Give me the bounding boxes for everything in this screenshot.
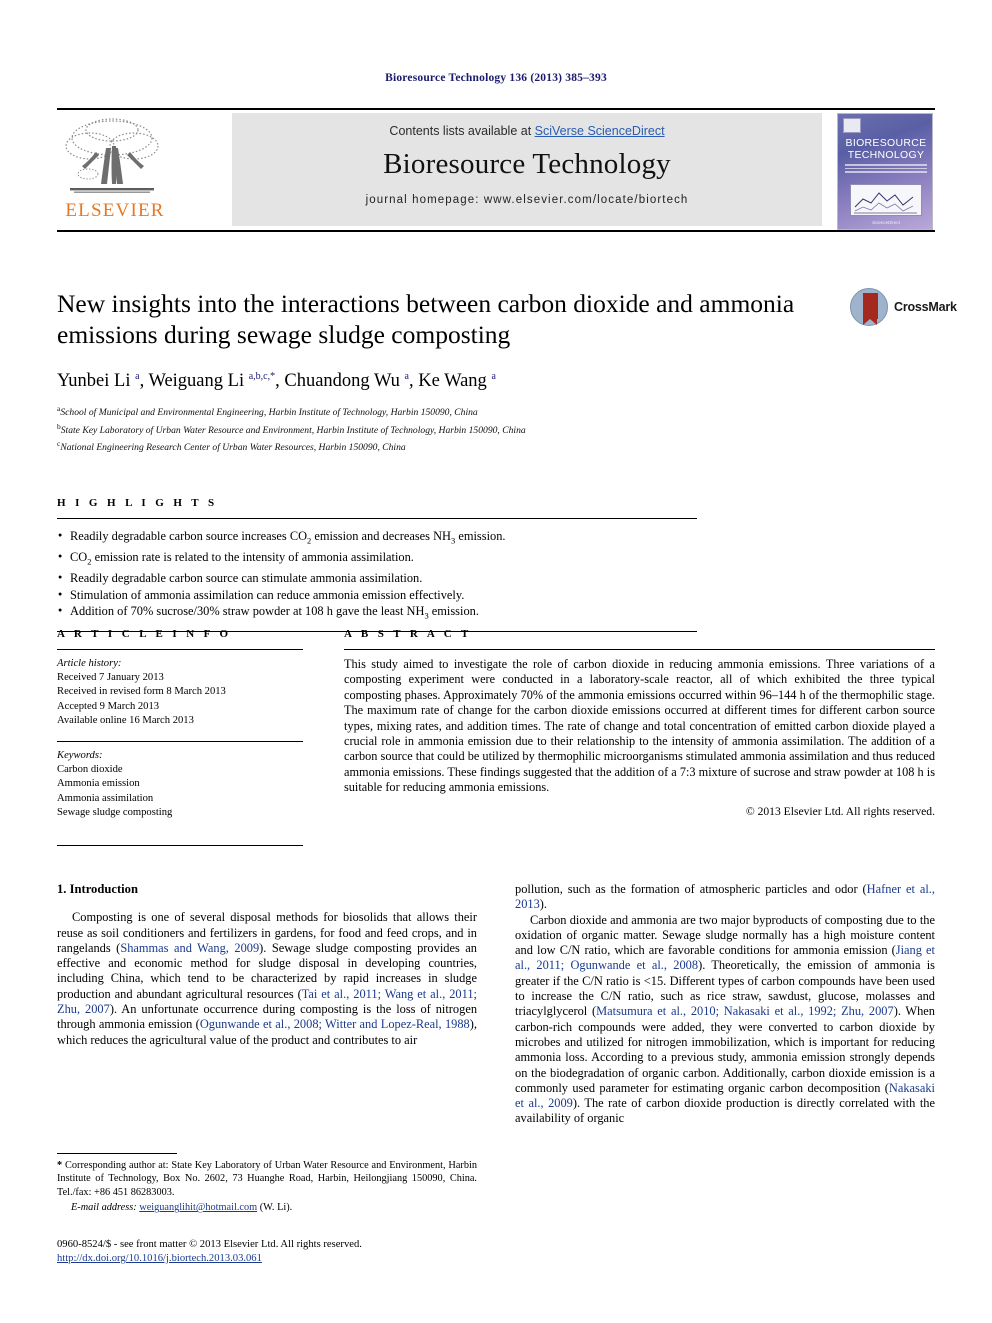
abstract-text: This study aimed to investigate the role…: [344, 657, 935, 795]
page-footer: 0960-8524/$ - see front matter © 2013 El…: [57, 1238, 557, 1266]
abstract-heading: A B S T R A C T: [344, 628, 472, 640]
abstract-column: This study aimed to investigate the role…: [344, 649, 935, 818]
issn-line: 0960-8524/$ - see front matter © 2013 El…: [57, 1239, 362, 1250]
article-history-item: Available online 16 March 2013: [57, 714, 194, 726]
contents-line: Contents lists available at SciVerse Sci…: [232, 113, 822, 138]
elsevier-logo: ELSEVIER: [60, 116, 170, 226]
article-history-item: Received in revised form 8 March 2013: [57, 686, 226, 698]
article-history-item: Accepted 9 March 2013: [57, 700, 160, 712]
email-label: E-mail address:: [71, 1202, 137, 1214]
cover-footer: ScienceDirect: [872, 220, 900, 225]
article-history-item: Received 7 January 2013: [57, 672, 164, 684]
paper-page: Bioresource Technology 136 (2013) 385–39…: [0, 0, 992, 1323]
highlights-heading: H I G H L I G H T S: [57, 497, 218, 509]
crossmark-badge[interactable]: CrossMark: [850, 288, 957, 328]
affiliation-text: School of Municipal and Environmental En…: [60, 407, 478, 419]
affiliation-item: aSchool of Municipal and Environmental E…: [57, 402, 847, 419]
affiliation-item: cNational Engineering Research Center of…: [57, 437, 847, 454]
affiliation-text: State Key Laboratory of Urban Water Reso…: [60, 424, 526, 436]
cover-title-line1: BIORESOURCE: [845, 137, 927, 149]
title-block: New insights into the interactions betwe…: [57, 288, 847, 454]
page-title: New insights into the interactions betwe…: [57, 289, 795, 349]
cover-title-line2: TECHNOLOGY: [847, 148, 925, 161]
body-paragraph: Composting is one of several disposal me…: [57, 910, 478, 1047]
doi-link[interactable]: http://dx.doi.org/10.1016/j.biortech.201…: [57, 1253, 262, 1264]
elsevier-tree-icon: [65, 118, 159, 193]
section-heading-introduction: 1. Introduction: [57, 882, 138, 896]
running-head: Bioresource Technology 136 (2013) 385–39…: [385, 72, 607, 84]
highlights-box: Readily degradable carbon source increas…: [57, 518, 697, 633]
contents-prefix: Contents lists available at: [389, 124, 535, 138]
affiliation-text: National Engineering Research Center of …: [60, 442, 406, 454]
cover-title: BIORESOURCE TECHNOLOGY: [838, 137, 932, 161]
article-history-label: Article history:: [57, 658, 122, 669]
elsevier-wordmark: ELSEVIER: [65, 200, 165, 221]
sciencedirect-link[interactable]: SciVerse ScienceDirect: [535, 124, 665, 138]
highlight-item: Stimulation of ammonia assimilation can …: [57, 586, 697, 604]
cover-subtext-lines: [845, 164, 927, 180]
sciencedirect-band: Contents lists available at SciVerse Sci…: [232, 113, 822, 226]
affiliation-list: aSchool of Municipal and Environmental E…: [57, 402, 847, 454]
email-link[interactable]: weiguanglihit@hotmail.com: [139, 1202, 257, 1213]
journal-cover-thumbnail: BIORESOURCE TECHNOLOGY ScienceDirect: [837, 113, 933, 230]
corresponding-author-footnote: * Corresponding author at: State Key Lab…: [57, 1153, 477, 1215]
journal-masthead: ELSEVIER Contents lists available at Sci…: [57, 108, 935, 232]
highlight-item: Addition of 70% sucrose/30% straw powder…: [57, 602, 697, 624]
highlight-item: Readily degradable carbon source increas…: [57, 527, 697, 549]
footnote-rule: [57, 1153, 177, 1154]
highlight-item: CO2 emission rate is related to the inte…: [57, 548, 697, 570]
email-line: E-mail address: weiguanglihit@hotmail.co…: [57, 1201, 477, 1214]
corresponding-author-text: * Corresponding author at: State Key Lab…: [57, 1160, 477, 1198]
keyword-item: Sewage sludge composting: [57, 806, 173, 818]
article-info-bottom-rule: [57, 845, 303, 846]
cover-elsevier-icon: [843, 118, 861, 133]
email-owner: (W. Li).: [259, 1202, 293, 1214]
highlight-item: Readily degradable carbon source can sti…: [57, 569, 697, 587]
affiliation-item: bState Key Laboratory of Urban Water Res…: [57, 420, 847, 437]
keyword-item: Ammonia assimilation: [57, 792, 154, 804]
crossmark-circle-icon: [850, 288, 888, 326]
keywords-label: Keywords:: [57, 750, 103, 762]
journal-homepage[interactable]: journal homepage: www.elsevier.com/locat…: [232, 194, 822, 206]
article-info-heading: A R T I C L E I N F O: [57, 628, 232, 640]
journal-title: Bioresource Technology: [383, 148, 671, 180]
crossmark-label: CrossMark: [894, 300, 957, 314]
body-column-left: 1. Introduction Composting is one of sev…: [57, 882, 477, 1048]
abstract-copyright: © 2013 Elsevier Ltd. All rights reserved…: [745, 804, 935, 818]
keyword-item: Carbon dioxide: [57, 764, 123, 776]
author-list: Yunbei Li a, Weiguang Li a,b,c,*, Chuand…: [57, 371, 496, 392]
body-column-right: pollution, such as the formation of atmo…: [515, 882, 936, 1126]
cover-plot-icon: [851, 185, 921, 215]
cover-figure: [850, 184, 922, 216]
article-info-column: Article history: Received 7 January 2013…: [57, 649, 303, 820]
keyword-item: Ammonia emission: [57, 778, 140, 790]
keywords-block: Keywords: Carbon dioxide Ammonia emissio…: [57, 741, 303, 820]
crossmark-bookmark-icon: [863, 293, 878, 325]
